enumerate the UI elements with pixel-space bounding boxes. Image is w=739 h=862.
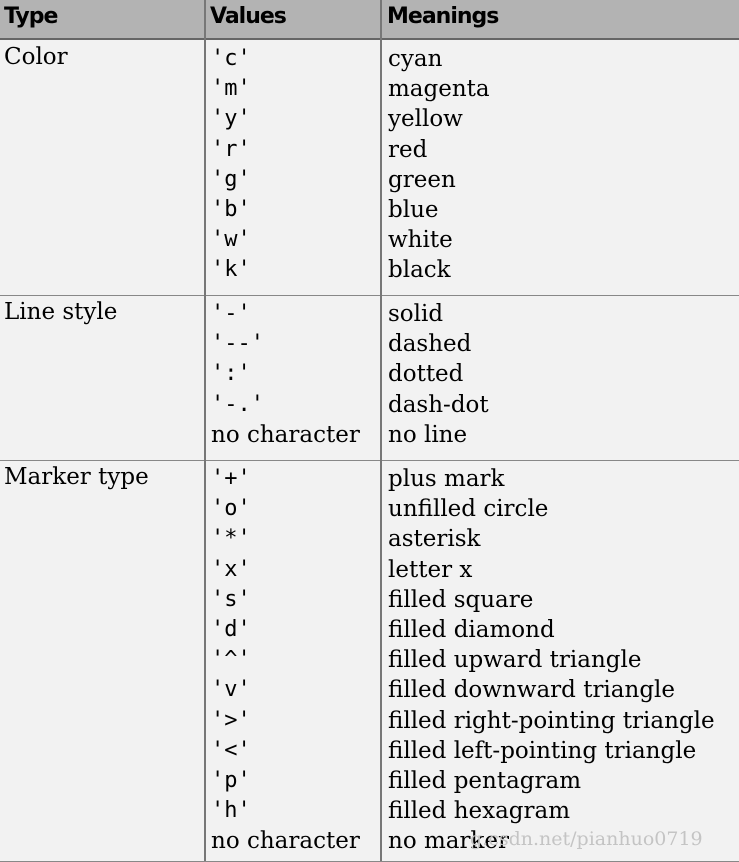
meaning-cell: plus mark [388, 466, 505, 492]
value-cell: '--' [211, 331, 264, 357]
value-cell: 'g' [211, 166, 251, 192]
value-cell: '*' [211, 526, 251, 552]
value-cell: 'x' [211, 556, 251, 582]
meaning-cell: no line [388, 421, 468, 448]
value-cell: 'y' [211, 106, 251, 132]
value-cell: 's' [211, 586, 251, 612]
header-meanings: Meanings [387, 4, 499, 29]
meaning-cell: filled upward triangle [388, 647, 642, 674]
value-cell: 'd' [211, 616, 251, 642]
meaning-cell: letter x [388, 556, 473, 583]
value-cell: 'c' [211, 46, 251, 71]
value-cell: '>' [211, 707, 251, 733]
value-cell: 'o' [211, 496, 251, 522]
meaning-cell: filled downward triangle [388, 677, 676, 704]
meaning-cell: dashed [388, 331, 472, 358]
value-cell: 'v' [211, 677, 251, 703]
meaning-cell: filled right-pointing triangle [388, 707, 715, 734]
value-cell: 'p' [211, 767, 251, 793]
meaning-cell: yellow [388, 106, 463, 133]
type-cell: Line style [4, 299, 118, 325]
value-cell: no character [211, 828, 360, 855]
meaning-cell: filled pentagram [388, 767, 582, 794]
column-divider [204, 0, 206, 861]
watermark: g.csdn.net/pianhuo0719 [470, 828, 703, 850]
meaning-cell: unfilled circle [388, 496, 549, 523]
value-cell: '-' [211, 301, 251, 326]
meaning-cell: filled diamond [388, 616, 555, 643]
meaning-cell: filled square [388, 586, 534, 613]
type-cell: Marker type [4, 464, 149, 490]
meaning-cell: filled hexagram [388, 798, 571, 825]
header-type: Type [4, 4, 58, 29]
meaning-cell: blue [388, 196, 439, 223]
column-divider [380, 0, 382, 861]
header-values: Values [210, 4, 287, 29]
meaning-cell: white [388, 227, 453, 254]
table-section: Color 'c' 'm' 'y' 'r' 'g' 'b' 'w' 'k' cyan magenta… [0, 40, 739, 296]
meaning-cell: magenta [388, 76, 490, 103]
meaning-cell: cyan [388, 46, 443, 72]
value-cell: 'w' [211, 227, 251, 253]
meaning-cell: dotted [388, 361, 464, 388]
table-section: Line style '-' '--' ':' '-.' no character soli… [0, 295, 739, 461]
meaning-cell: dash-dot [388, 391, 489, 418]
meaning-cell: red [388, 136, 428, 163]
meaning-cell: asterisk [388, 526, 481, 553]
value-cell: 'k' [211, 257, 251, 283]
value-cell: '+' [211, 466, 251, 491]
value-cell: '-.' [211, 391, 264, 417]
table-header: Type Values Meanings [0, 0, 739, 40]
value-cell: ':' [211, 361, 251, 387]
value-cell: 'm' [211, 76, 251, 102]
value-cell: 'h' [211, 798, 251, 824]
meaning-cell: filled left-pointing triangle [388, 737, 697, 764]
value-cell: '<' [211, 737, 251, 763]
value-cell: '^' [211, 647, 251, 673]
meaning-cell: black [388, 257, 451, 284]
type-cell: Color [4, 44, 68, 70]
value-cell: 'b' [211, 196, 251, 222]
value-cell: no character [211, 421, 360, 448]
table-section: Marker type '+' 'o' '*' 'x' 's' 'd' '^' 'v' '>' '<… [0, 460, 739, 862]
value-cell: 'r' [211, 136, 251, 162]
meaning-cell: green [388, 166, 456, 193]
meaning-cell: solid [388, 301, 444, 327]
